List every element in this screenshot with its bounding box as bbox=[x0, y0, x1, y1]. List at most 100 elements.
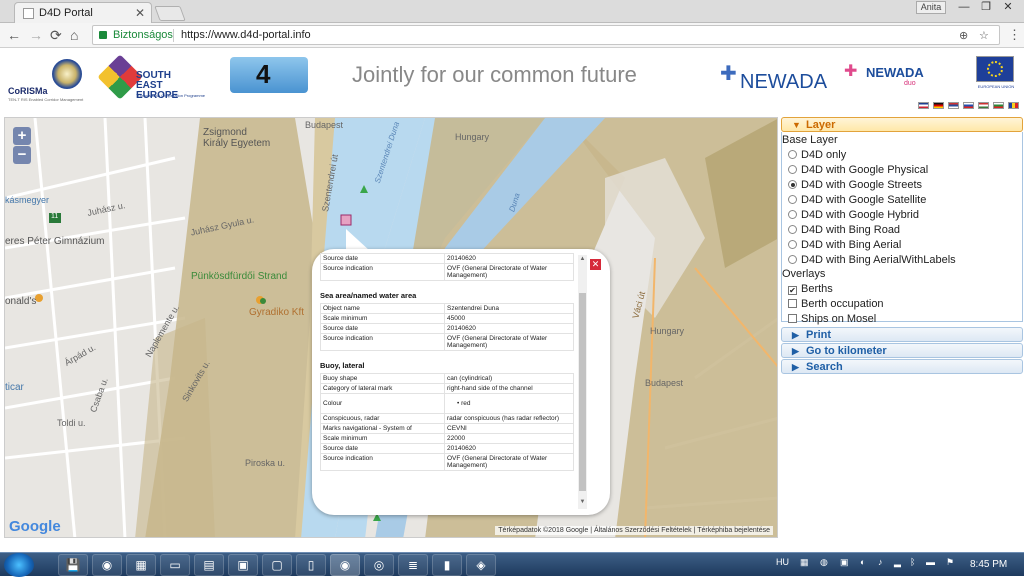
layer-accordion-header[interactable]: ▼ Layer bbox=[781, 117, 1023, 132]
radio-icon[interactable] bbox=[788, 150, 797, 159]
minimize-button[interactable]: — bbox=[954, 0, 974, 16]
overlay-option-ships-mosel[interactable]: Ships on Mosel bbox=[788, 313, 876, 325]
radio-icon[interactable] bbox=[788, 210, 797, 219]
taskbar-app-grid-icon[interactable]: ▦ bbox=[126, 554, 156, 576]
newada-logo[interactable]: ✚ NEWADA bbox=[718, 63, 836, 97]
info-key: Colour bbox=[320, 393, 445, 414]
checkbox-icon[interactable] bbox=[788, 299, 797, 308]
flag-hu-icon[interactable] bbox=[978, 102, 990, 109]
bookmark-star-icon[interactable]: ☆ bbox=[979, 29, 989, 42]
radio-icon[interactable] bbox=[788, 225, 797, 234]
base-option-google-physical[interactable]: D4D with Google Physical bbox=[788, 164, 928, 176]
taskbar-app-chrome-icon[interactable]: ◉ bbox=[92, 554, 122, 576]
table-row: Buoy shape can (cylindrical) bbox=[320, 373, 574, 384]
language-indicator[interactable]: HU bbox=[776, 557, 789, 567]
taskbar-app-save-icon[interactable]: 💾 bbox=[58, 554, 88, 576]
taskbar-app-folder-icon[interactable]: ▭ bbox=[160, 554, 190, 576]
go-to-kilometer-accordion-header[interactable]: ▶ Go to kilometer bbox=[781, 343, 1023, 358]
network-icon[interactable]: ▂ bbox=[894, 557, 901, 568]
checkbox-checked-icon[interactable]: ✔ bbox=[788, 286, 797, 295]
browser-menu-icon[interactable]: ⋮ bbox=[1008, 26, 1021, 44]
profile-button[interactable]: Anita bbox=[916, 1, 946, 14]
base-option-google-satellite[interactable]: D4D with Google Satellite bbox=[788, 194, 926, 206]
red-buoy-icon[interactable] bbox=[340, 214, 352, 226]
overlay-option-berths[interactable]: ✔ Berths bbox=[788, 283, 833, 295]
checkbox-icon[interactable] bbox=[788, 314, 797, 323]
popup-close-icon[interactable]: ✕ bbox=[590, 259, 601, 270]
base-option-d4d-only[interactable]: D4D only bbox=[788, 149, 846, 161]
home-icon[interactable]: ⌂ bbox=[70, 26, 78, 44]
radio-icon[interactable] bbox=[788, 240, 797, 249]
base-option-bing-aerial-labels[interactable]: D4D with Bing AerialWithLabels bbox=[788, 254, 956, 266]
chevron-right-icon: ▶ bbox=[792, 330, 799, 340]
tray-icon-3[interactable]: ▣ bbox=[840, 557, 849, 568]
radio-icon[interactable] bbox=[788, 165, 797, 174]
address-input[interactable]: Biztonságos https://www.d4d-portal.info … bbox=[92, 25, 1000, 45]
search-title: Search bbox=[806, 361, 843, 373]
radio-icon[interactable] bbox=[788, 255, 797, 264]
info-key: Object name bbox=[320, 303, 445, 314]
slogan: Jointly for our common future bbox=[352, 62, 637, 87]
radio-icon[interactable] bbox=[788, 195, 797, 204]
flag-en-icon[interactable] bbox=[918, 102, 929, 109]
taskbar-clock[interactable]: 8:45 PM bbox=[970, 559, 1007, 570]
new-tab-button[interactable] bbox=[154, 6, 186, 21]
taskbar-app-doc-icon[interactable]: ▯ bbox=[296, 554, 326, 576]
base-option-bing-road[interactable]: D4D with Bing Road bbox=[788, 224, 900, 236]
bluetooth-icon[interactable]: ᛒ bbox=[910, 557, 915, 567]
newada-duo-logo[interactable]: ✚ NEWADA duo bbox=[844, 63, 936, 91]
taskbar-app-media-icon[interactable]: ▮ bbox=[432, 554, 462, 576]
flag-bg-icon[interactable] bbox=[993, 102, 1005, 109]
flag-de-icon[interactable] bbox=[933, 102, 945, 109]
popup-content[interactable]: Source date 20140620 Source indication OVF… bbox=[320, 253, 574, 507]
tray-pdf-icon[interactable]: ▦ bbox=[800, 557, 809, 568]
scroll-up-icon[interactable]: ▲ bbox=[578, 256, 587, 262]
tab-d4d-portal[interactable]: D4D Portal ✕ bbox=[14, 2, 152, 23]
tray-icon-2[interactable]: ◍ bbox=[820, 557, 828, 568]
taskbar-app-window-icon[interactable]: ▢ bbox=[262, 554, 292, 576]
base-option-google-streets[interactable]: D4D with Google Streets bbox=[788, 179, 922, 191]
taskbar-app-red-icon[interactable]: ◈ bbox=[466, 554, 496, 576]
south-east-europe-logo[interactable]: SOUTH EAST EUROPE Transnational Cooperat… bbox=[97, 54, 205, 103]
volume-icon[interactable]: ♪ bbox=[878, 557, 883, 567]
d4d-logo[interactable]: 4 bbox=[230, 57, 308, 93]
radio-selected-icon[interactable] bbox=[788, 180, 797, 189]
base-option-bing-aerial[interactable]: D4D with Bing Aerial bbox=[788, 239, 901, 251]
tray-icon-8[interactable]: ▬ bbox=[926, 557, 935, 567]
flag-sk-icon[interactable] bbox=[963, 102, 975, 109]
popup-scrollbar[interactable]: ▲ ▼ bbox=[578, 255, 587, 509]
taskbar-app-search-icon[interactable]: ◎ bbox=[364, 554, 394, 576]
zoom-in-button[interactable]: + bbox=[13, 127, 31, 145]
search-accordion-header[interactable]: ▶ Search bbox=[781, 359, 1023, 374]
map-attribution[interactable]: Térképadatok ©2018 Google | Általános Sz… bbox=[495, 526, 773, 535]
map-label-strand: Pünkösdfürdői Strand bbox=[191, 271, 288, 282]
taskbar-app-chrome-active-icon[interactable]: ◉ bbox=[330, 554, 360, 576]
browser-tab-strip: D4D Portal ✕ Anita — ❐ ✕ bbox=[0, 0, 1024, 23]
flag-tray-icon[interactable]: ⚑ bbox=[946, 557, 954, 568]
top-info-table: Source date 20140620 Source indication OVF… bbox=[320, 253, 574, 281]
scroll-down-icon[interactable]: ▼ bbox=[578, 499, 587, 505]
base-option-google-hybrid[interactable]: D4D with Google Hybrid bbox=[788, 209, 919, 221]
tab-close-icon[interactable]: ✕ bbox=[135, 6, 145, 20]
tray-icon-4[interactable]: ◐ bbox=[860, 557, 865, 567]
forward-icon[interactable]: → bbox=[29, 26, 43, 44]
back-icon[interactable]: ← bbox=[7, 26, 21, 44]
corisma-logo[interactable]: CoRISMa TEN-T RIS Enabled Corridor Manag… bbox=[6, 57, 88, 105]
reload-icon[interactable]: ⟳ bbox=[50, 26, 62, 44]
info-key: Scale minimum bbox=[320, 313, 445, 324]
google-logo[interactable]: Google bbox=[9, 518, 61, 535]
restore-button[interactable]: ❐ bbox=[976, 0, 996, 16]
scrollbar-thumb[interactable] bbox=[579, 293, 586, 491]
taskbar-app-photo-icon[interactable]: ▣ bbox=[228, 554, 258, 576]
zoom-out-button[interactable]: − bbox=[13, 146, 31, 164]
overlay-option-berth-occupation[interactable]: Berth occupation bbox=[788, 298, 884, 310]
print-accordion-header[interactable]: ▶ Print bbox=[781, 327, 1023, 342]
info-key: Buoy shape bbox=[320, 373, 445, 384]
start-button[interactable] bbox=[4, 553, 34, 577]
close-window-button[interactable]: ✕ bbox=[998, 0, 1018, 16]
taskbar-app-stack-icon[interactable]: ≣ bbox=[398, 554, 428, 576]
taskbar-app-calc-icon[interactable]: ▤ bbox=[194, 554, 224, 576]
flag-ro-icon[interactable] bbox=[1008, 102, 1020, 109]
translate-icon[interactable]: ⊕ bbox=[959, 29, 968, 42]
flag-rs-icon[interactable] bbox=[948, 102, 960, 109]
